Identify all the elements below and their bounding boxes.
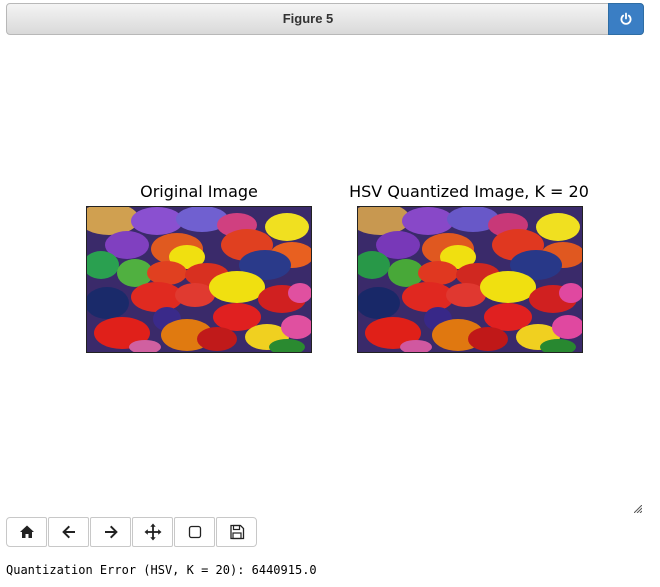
arrow-left-icon (61, 525, 75, 539)
close-figure-button[interactable] (608, 3, 644, 35)
original-image (86, 206, 312, 353)
forward-button[interactable] (90, 517, 131, 547)
figure-title: Figure 5 (282, 11, 334, 26)
original-image-title: Original Image (140, 182, 258, 201)
resize-grip-icon[interactable] (634, 505, 642, 513)
back-button[interactable] (48, 517, 89, 547)
quantization-error-text: Quantization Error (HSV, K = 20): 644091… (6, 563, 317, 577)
home-icon (19, 525, 34, 538)
figure-canvas[interactable]: Original Image HSV Quantized Image, K = … (6, 36, 644, 514)
pan-button[interactable] (132, 517, 173, 547)
arrow-right-icon (104, 525, 118, 539)
figure-toolbar (6, 517, 258, 547)
power-icon (620, 12, 632, 25)
save-icon (229, 524, 244, 540)
zoom-button[interactable] (174, 517, 215, 547)
quantized-image-title: HSV Quantized Image, K = 20 (349, 182, 589, 201)
home-button[interactable] (6, 517, 47, 547)
quantized-image (357, 206, 583, 353)
zoom-rect-icon (188, 525, 201, 539)
move-icon (144, 523, 161, 541)
save-button[interactable] (216, 517, 257, 547)
figure-titlebar: Figure 5 (6, 3, 644, 35)
